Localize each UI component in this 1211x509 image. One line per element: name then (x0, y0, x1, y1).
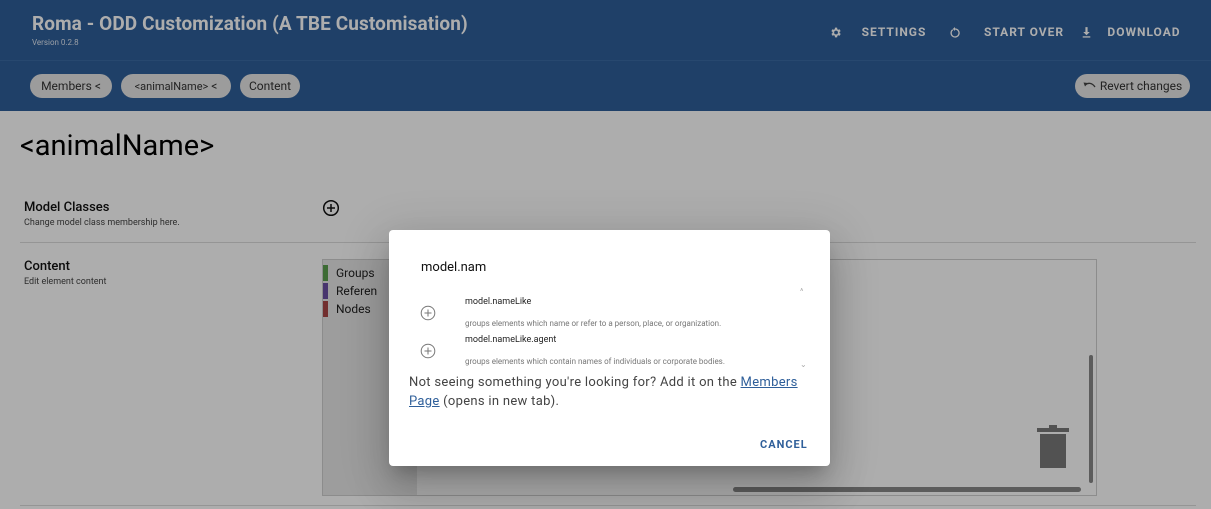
list-item[interactable]: model.nameLike.agent groups elements whi… (409, 326, 799, 366)
help-prefix: Not seeing something you're looking for?… (409, 375, 738, 390)
list-item[interactable]: model.nameLike groups elements which nam… (409, 288, 799, 328)
cancel-button[interactable]: CANCEL (760, 438, 808, 451)
option-name: model.nameLike (465, 297, 532, 307)
option-description: groups elements which contain names of i… (465, 357, 725, 366)
add-class-dialog: model.nam model.nameLike groups elements… (389, 230, 830, 466)
add-circle-icon (420, 343, 436, 359)
add-circle-icon (420, 305, 436, 321)
scroll-up-icon[interactable]: ^ (800, 287, 803, 296)
add-option-button[interactable] (420, 305, 436, 321)
dialog-help-text: Not seeing something you're looking for?… (409, 373, 809, 411)
class-search-input[interactable]: model.nam (421, 260, 486, 275)
help-suffix: (opens in new tab). (443, 394, 560, 409)
scroll-down-icon[interactable]: ⌄ (800, 360, 807, 369)
suggestion-list[interactable]: model.nameLike groups elements which nam… (409, 288, 811, 370)
option-name: model.nameLike.agent (465, 335, 557, 345)
add-option-button[interactable] (420, 343, 436, 359)
